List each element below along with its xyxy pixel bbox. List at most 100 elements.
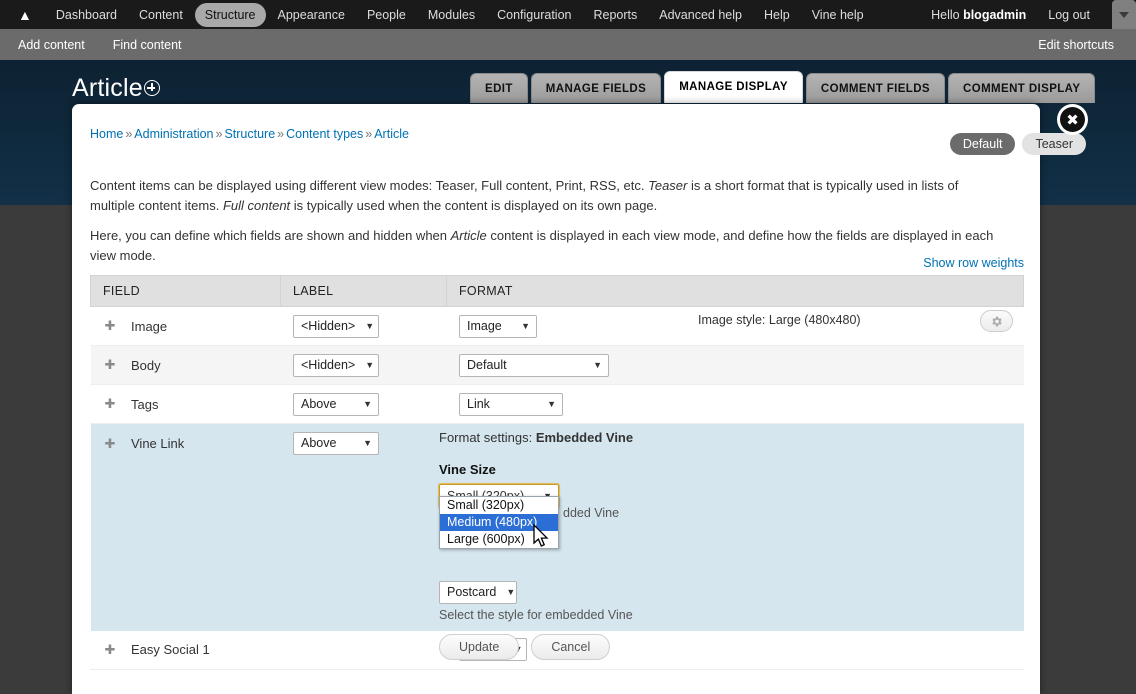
vine-size-dropdown-list[interactable]: Small (320px) Medium (480px) Large (600p…: [439, 496, 559, 549]
vine-style-selected-value: Postcard: [447, 585, 497, 599]
cell-format-tags: Link ▼: [446, 384, 1024, 424]
toolbar-item-vine-help[interactable]: Vine help: [802, 3, 874, 27]
drag-handle-icon[interactable]: ✚: [103, 436, 117, 452]
cell-format-body: Default ▼: [446, 345, 1024, 385]
username: blogadmin: [963, 7, 1027, 22]
field-name: Easy Social 1: [131, 642, 210, 658]
format-select-value: Default: [467, 357, 507, 372]
vine-style-select[interactable]: Postcard ▼: [439, 581, 517, 604]
format-select-image[interactable]: Image ▼: [459, 314, 537, 338]
cell-label-vine-link: Above ▼: [280, 423, 447, 463]
label-select-vine-link[interactable]: Above ▼: [293, 431, 379, 455]
breadcrumb-item-content-types[interactable]: Content types: [286, 127, 363, 141]
shortcut-add-content[interactable]: Add content: [18, 38, 95, 52]
field-name: Body: [131, 357, 161, 373]
cell-label-body: <Hidden> ▼: [280, 345, 447, 385]
label-select-value: Above: [301, 396, 337, 411]
table-row: ✚ Tags Above ▼ Link ▼: [90, 384, 1024, 424]
logout-link[interactable]: Log out: [1038, 3, 1100, 27]
cell-field-body: ✚ Body: [90, 345, 281, 385]
label-select-value: <Hidden>: [301, 318, 356, 333]
format-settings-value: Embedded Vine: [535, 430, 634, 445]
drag-handle-icon[interactable]: ✚: [103, 642, 117, 658]
breadcrumb-item-administration[interactable]: Administration: [134, 127, 213, 141]
chevron-down-icon: ▼: [363, 437, 372, 448]
cell-label-easy-social: [280, 630, 447, 670]
dropdown-option-medium[interactable]: Medium (480px): [440, 514, 558, 531]
breadcrumb-separator: »: [365, 127, 373, 141]
intro-1-em-teaser: Teaser: [648, 178, 688, 193]
vine-format-settings-panel: Format settings: Embedded Vine Vine Size…: [438, 430, 633, 660]
chevron-down-icon: ▼: [506, 587, 516, 597]
toolbar-item-advanced-help[interactable]: Advanced help: [649, 3, 752, 27]
label-select-value: <Hidden>: [301, 357, 356, 372]
chevron-down-icon: ▼: [593, 359, 602, 370]
shortcut-bar: Add content Find content Edit shortcuts: [0, 29, 1136, 60]
vine-size-label: Vine Size: [439, 462, 496, 477]
update-button[interactable]: Update: [439, 634, 520, 660]
label-select-body[interactable]: <Hidden> ▼: [293, 353, 379, 377]
field-name: Tags: [131, 396, 159, 412]
toolbar-item-reports[interactable]: Reports: [583, 3, 647, 27]
breadcrumb-item-home[interactable]: Home: [90, 127, 123, 141]
breadcrumb-item-article[interactable]: Article: [374, 127, 409, 141]
label-select-image[interactable]: <Hidden> ▼: [293, 314, 379, 338]
chevron-down-icon: ▼: [547, 398, 556, 409]
tab-edit[interactable]: EDIT: [470, 73, 528, 103]
vine-size-helper-text: dded Vine: [563, 506, 620, 520]
intro-paragraph-2: Here, you can define which fields are sh…: [90, 226, 995, 266]
toolbar-item-help[interactable]: Help: [754, 3, 800, 27]
primary-tabs: EDIT MANAGE FIELDS MANAGE DISPLAY COMMEN…: [470, 71, 1098, 103]
tab-manage-fields[interactable]: MANAGE FIELDS: [530, 73, 662, 103]
tab-manage-display[interactable]: MANAGE DISPLAY: [664, 71, 803, 103]
page-title: Article: [72, 74, 143, 102]
label-select-tags[interactable]: Above ▼: [293, 392, 379, 416]
vine-settings-actions: Update Cancel: [439, 634, 611, 660]
breadcrumb-separator: »: [215, 127, 223, 141]
greeting-prefix: Hello: [931, 7, 964, 22]
view-mode-default[interactable]: Default: [949, 133, 1016, 155]
drag-handle-icon[interactable]: ✚: [103, 357, 117, 373]
breadcrumb-item-structure[interactable]: Structure: [224, 127, 275, 141]
gear-icon[interactable]: [980, 310, 1013, 332]
drag-handle-icon[interactable]: ✚: [103, 318, 117, 334]
toolbar-item-appearance[interactable]: Appearance: [268, 3, 355, 27]
cell-label-image: <Hidden> ▼: [280, 306, 447, 346]
close-icon[interactable]: ✖: [1060, 107, 1085, 132]
dropdown-option-large[interactable]: Large (600px): [440, 531, 558, 548]
toolbar-item-configuration[interactable]: Configuration: [487, 3, 581, 27]
chevron-down-icon[interactable]: [1112, 0, 1136, 29]
cancel-button[interactable]: Cancel: [531, 634, 611, 660]
toolbar-item-content[interactable]: Content: [129, 3, 193, 27]
dropdown-option-small[interactable]: Small (320px): [440, 497, 558, 514]
toolbar-item-modules[interactable]: Modules: [418, 3, 485, 27]
shortcut-find-content[interactable]: Find content: [113, 38, 192, 52]
format-select-value: Image: [467, 318, 502, 333]
toolbar-item-people[interactable]: People: [357, 3, 416, 27]
home-icon[interactable]: ▲: [0, 8, 45, 22]
intro-1-a: Content items can be displayed using dif…: [90, 178, 649, 193]
tab-comment-display[interactable]: COMMENT DISPLAY: [948, 73, 1096, 103]
label-select-value: Above: [301, 435, 337, 450]
format-select-tags[interactable]: Link ▼: [459, 392, 563, 416]
intro-2-em-article: Article: [450, 228, 487, 243]
toolbar-item-structure[interactable]: Structure: [194, 2, 266, 27]
show-row-weights-link[interactable]: Show row weights: [923, 256, 1024, 270]
drag-handle-icon[interactable]: ✚: [103, 396, 117, 412]
chevron-down-icon: ▼: [365, 359, 375, 370]
column-header-label: LABEL: [280, 275, 447, 307]
column-header-field: FIELD: [90, 275, 281, 307]
format-select-body[interactable]: Default ▼: [459, 353, 609, 377]
image-style-summary: Image style: Large (480x480): [698, 313, 861, 327]
chevron-down-icon: ▼: [521, 320, 530, 331]
cell-field-tags: ✚ Tags: [90, 384, 281, 424]
greeting: Hello blogadmin: [919, 3, 1038, 27]
plus-circle-icon[interactable]: [144, 80, 160, 96]
tab-comment-fields[interactable]: COMMENT FIELDS: [805, 73, 946, 103]
toolbar-right-group: Hello blogadmin Log out: [919, 0, 1136, 29]
toolbar-item-dashboard[interactable]: Dashboard: [46, 3, 127, 27]
edit-shortcuts-link[interactable]: Edit shortcuts: [1038, 38, 1114, 52]
format-settings-line: Format settings: Embedded Vine: [439, 430, 633, 445]
format-select-value: Link: [467, 396, 490, 411]
column-header-format: FORMAT: [446, 275, 1024, 307]
